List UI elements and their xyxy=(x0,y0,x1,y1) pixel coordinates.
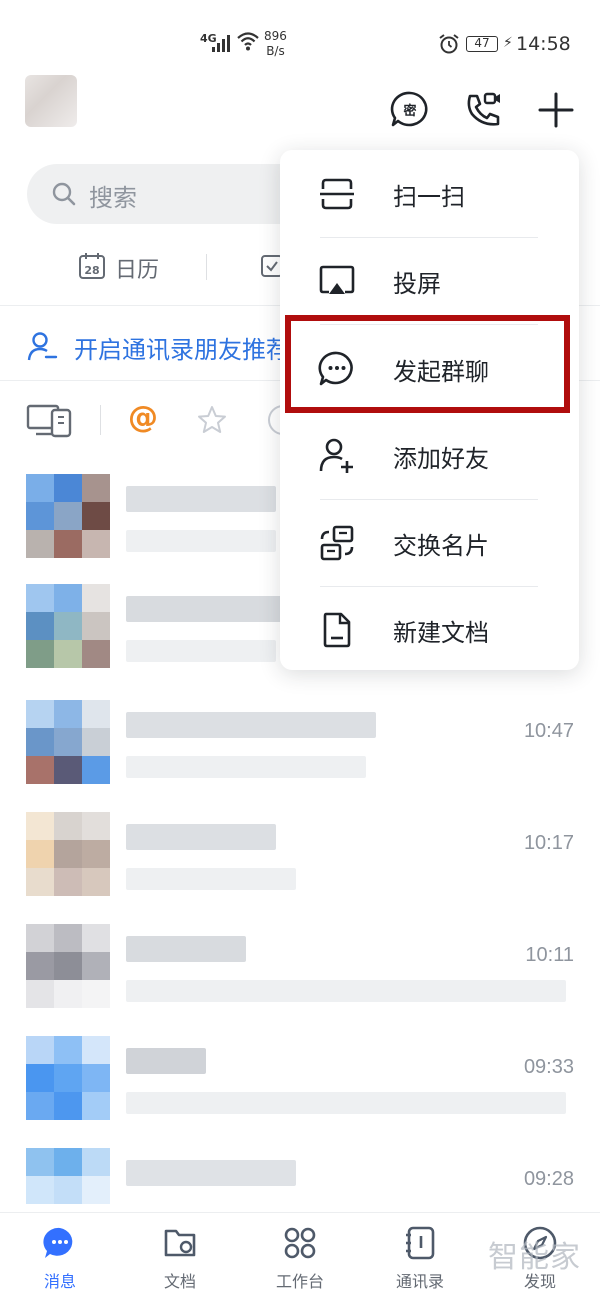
calendar-icon[interactable]: 28 xyxy=(78,252,106,280)
chat-preview xyxy=(126,1092,566,1114)
tab-workspace[interactable]: 工作台 xyxy=(250,1213,350,1300)
secret-chat-icon[interactable]: 密 xyxy=(388,88,432,132)
contacts-recommend-banner[interactable]: 开启通讯录朋友推荐 xyxy=(74,330,290,365)
tab-workspace-label: 工作台 xyxy=(275,1272,324,1291)
star-icon[interactable] xyxy=(196,404,228,436)
svg-text:密: 密 xyxy=(402,103,416,119)
tab-docs-label: 文档 xyxy=(163,1272,196,1291)
message-icon xyxy=(43,1227,73,1258)
alarm-icon xyxy=(439,34,459,54)
chat-time: 09:33 xyxy=(523,1056,574,1078)
exchange-card-icon xyxy=(320,525,354,561)
battery-indicator: 47 xyxy=(466,36,498,52)
document-icon xyxy=(323,612,351,648)
chat-time: 10:17 xyxy=(523,832,574,854)
watermark: 智能家 xyxy=(488,1240,581,1275)
folder-icon xyxy=(164,1229,196,1257)
chat-preview xyxy=(126,868,296,890)
chat-preview xyxy=(126,640,276,662)
network-speed: 896 B/s xyxy=(264,29,287,58)
signal-bars-icon xyxy=(212,34,232,52)
workspace-icon xyxy=(284,1227,316,1259)
calendar-label[interactable]: 日历 xyxy=(115,252,159,284)
menu-item-exchange-card[interactable]: 交换名片 xyxy=(280,500,579,587)
menu-item-scan[interactable]: 扫一扫 xyxy=(280,151,579,238)
chat-time: 09:28 xyxy=(523,1168,574,1190)
chat-name xyxy=(126,596,296,622)
contacts-recommend-icon xyxy=(27,332,58,361)
search-icon xyxy=(52,182,76,206)
chat-row[interactable]: 10:47 xyxy=(0,700,600,812)
mention-filter[interactable]: @ xyxy=(128,400,158,435)
tab-contacts[interactable]: 通讯录 xyxy=(370,1213,470,1300)
chat-name xyxy=(126,824,276,850)
menu-label: 交换名片 xyxy=(393,532,489,560)
chat-name xyxy=(126,486,276,512)
tab-messages[interactable]: 消息 xyxy=(10,1213,110,1300)
tab-contacts-label: 通讯录 xyxy=(395,1272,444,1291)
screen-cast-icon xyxy=(319,265,355,294)
chat-name xyxy=(126,1160,296,1186)
tab-messages-label: 消息 xyxy=(43,1272,76,1291)
chat-avatar xyxy=(26,584,112,670)
chat-avatar xyxy=(26,700,112,786)
wifi-icon xyxy=(237,32,259,51)
quick-tools-divider xyxy=(206,254,207,280)
menu-label: 投屏 xyxy=(393,270,441,298)
menu-label: 添加好友 xyxy=(393,445,489,473)
chat-name xyxy=(126,712,376,738)
chat-avatar xyxy=(26,924,112,1010)
chat-time: 10:11 xyxy=(525,944,574,966)
menu-label: 新建文档 xyxy=(393,619,489,647)
menu-label: 扫一扫 xyxy=(393,183,465,211)
chat-avatar xyxy=(26,1036,112,1122)
chat-row[interactable]: 09:33 xyxy=(0,1036,600,1148)
search-placeholder: 搜索 xyxy=(89,184,137,212)
highlight-box xyxy=(285,315,570,413)
contacts-icon xyxy=(406,1226,435,1260)
chat-preview xyxy=(126,980,566,1002)
chat-preview xyxy=(126,756,366,778)
chat-row[interactable]: 10:11 xyxy=(0,924,600,1036)
chat-preview xyxy=(126,530,276,552)
chat-name xyxy=(126,936,246,962)
scan-icon xyxy=(320,178,354,210)
menu-item-new-document[interactable]: 新建文档 xyxy=(280,587,579,674)
chat-name xyxy=(126,1048,206,1074)
video-call-icon[interactable] xyxy=(462,88,506,132)
chat-avatar xyxy=(26,474,112,560)
chat-time: 10:47 xyxy=(523,720,574,742)
status-bar: 4G 896 B/s 47 ⚡ 14:58 xyxy=(0,0,600,88)
chat-avatar xyxy=(26,812,112,898)
tab-docs[interactable]: 文档 xyxy=(130,1213,230,1300)
desktop-device-icon[interactable] xyxy=(26,402,74,440)
chat-row[interactable]: 10:17 xyxy=(0,812,600,924)
filter-divider xyxy=(100,405,101,435)
charging-icon: ⚡ xyxy=(503,35,513,51)
menu-item-screen-cast[interactable]: 投屏 xyxy=(280,238,579,325)
plus-icon[interactable] xyxy=(534,88,578,132)
svg-text:28: 28 xyxy=(84,264,99,277)
menu-item-add-friend[interactable]: 添加好友 xyxy=(280,413,579,500)
add-friend-icon xyxy=(319,438,353,473)
clock: 14:58 xyxy=(516,33,571,55)
user-avatar[interactable] xyxy=(25,75,77,127)
